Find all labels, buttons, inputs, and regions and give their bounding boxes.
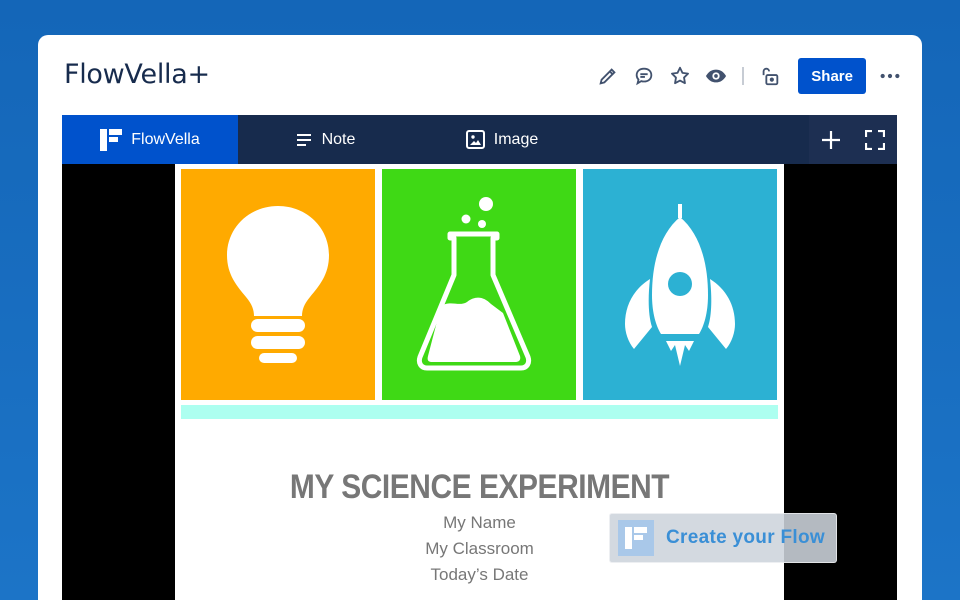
toolbar-divider xyxy=(742,67,745,85)
tab-flowvella[interactable]: FlowVella xyxy=(62,115,238,164)
restrictions-icon[interactable] xyxy=(758,64,782,88)
embed-actions xyxy=(809,115,897,164)
plus-icon[interactable] xyxy=(809,115,853,164)
accent-strip xyxy=(181,405,778,419)
tab-image[interactable]: Image xyxy=(414,115,590,164)
more-icon[interactable] xyxy=(878,64,902,88)
tab-label: Note xyxy=(321,130,356,148)
star-icon[interactable] xyxy=(668,64,692,88)
tab-label: FlowVella xyxy=(131,130,200,148)
create-your-flow-button[interactable]: Create your Flow xyxy=(609,513,837,563)
flask-panel xyxy=(382,169,576,400)
edit-icon[interactable] xyxy=(596,64,620,88)
note-icon xyxy=(296,133,311,146)
flowvella-logo-icon xyxy=(618,520,654,556)
lightbulb-panel xyxy=(181,169,375,400)
page-title: FlowVella+ xyxy=(64,59,210,90)
page-toolbar: Share xyxy=(584,58,902,94)
image-icon xyxy=(465,130,485,149)
slide-date-line: Today’s Date xyxy=(430,565,529,584)
slide-title: MY SCIENCE EXPERIMENT xyxy=(289,468,670,506)
comment-icon[interactable] xyxy=(632,64,656,88)
tab-label: Image xyxy=(493,130,539,148)
lightbulb-icon xyxy=(227,206,329,363)
fullscreen-icon[interactable] xyxy=(853,115,897,164)
watch-icon[interactable] xyxy=(704,64,728,88)
rocket-panel xyxy=(583,169,777,400)
rocket-icon xyxy=(625,204,735,366)
tab-note[interactable]: Note xyxy=(238,115,414,164)
cta-label: Create your Flow xyxy=(666,527,825,548)
flask-icon xyxy=(416,197,532,371)
embed-toolbar: FlowVella Note Image xyxy=(62,115,897,164)
flowvella-logo-icon xyxy=(100,128,123,151)
share-button[interactable]: Share xyxy=(798,58,866,94)
